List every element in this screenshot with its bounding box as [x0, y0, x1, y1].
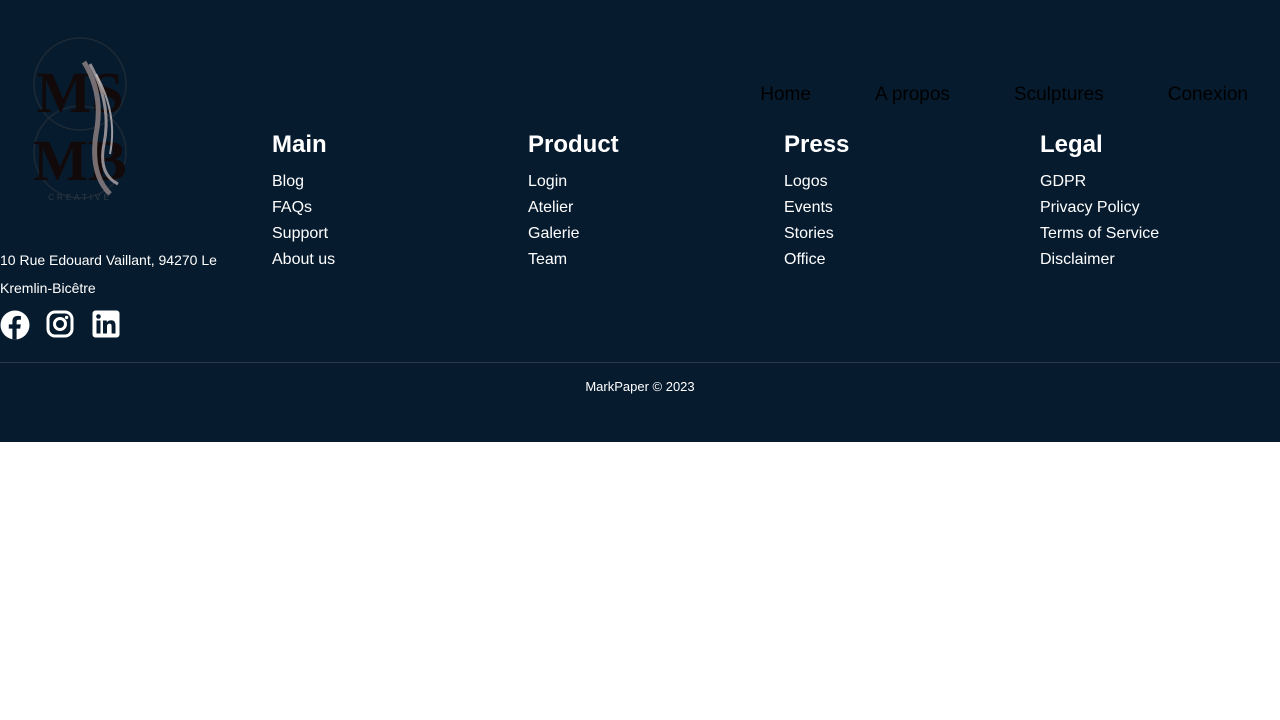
link-atelier[interactable]: Atelier [528, 195, 619, 221]
link-stories[interactable]: Stories [784, 221, 849, 247]
copyright-text: MarkPaper © 2023 [585, 379, 695, 394]
link-team[interactable]: Team [528, 247, 619, 273]
nav-conexion[interactable]: Conexion [1168, 84, 1248, 106]
column-title: Press [784, 131, 850, 158]
link-gdpr[interactable]: GDPR [1040, 169, 1159, 195]
nav-sculptures[interactable]: Sculptures [1014, 84, 1104, 106]
link-login[interactable]: Login [528, 169, 619, 195]
brand-logo[interactable]: MS MB CREATIVE [26, 34, 134, 206]
nav-a-propos[interactable]: A propos [875, 84, 950, 106]
instagram-icon[interactable] [46, 310, 74, 338]
link-logos[interactable]: Logos [784, 169, 849, 195]
footer-column-main: Main Blog FAQs Support About us [272, 131, 335, 273]
facebook-icon[interactable] [0, 310, 30, 340]
link-support[interactable]: Support [272, 221, 335, 247]
link-privacy-policy[interactable]: Privacy Policy [1040, 195, 1159, 221]
footer-divider [0, 362, 1280, 363]
footer-column-product: Product Login Atelier Galerie Team [528, 131, 619, 273]
link-blog[interactable]: Blog [272, 169, 335, 195]
link-about-us[interactable]: About us [272, 247, 335, 273]
link-faqs[interactable]: FAQs [272, 195, 335, 221]
column-title: Product [528, 131, 619, 158]
social-links [0, 310, 120, 340]
footer-column-legal: Legal GDPR Privacy Policy Terms of Servi… [1040, 131, 1159, 273]
link-galerie[interactable]: Galerie [528, 221, 619, 247]
address-text: 10 Rue Edouard Vaillant, 94270 Le Kremli… [0, 252, 217, 296]
link-events[interactable]: Events [784, 195, 849, 221]
linkedin-icon[interactable] [92, 310, 120, 338]
link-disclaimer[interactable]: Disclaimer [1040, 247, 1159, 273]
top-navigation: Home A propos Sculptures Conexion [760, 84, 1248, 106]
link-terms-of-service[interactable]: Terms of Service [1040, 221, 1159, 247]
footer-column-press: Press Logos Events Stories Office [784, 131, 849, 273]
site-footer: MS MB CREATIVE Home A propos Sculptures … [0, 0, 1280, 442]
column-title: Legal [1040, 131, 1103, 158]
nav-home[interactable]: Home [760, 84, 811, 106]
logo-tagline: CREATIVE [48, 193, 111, 202]
column-title: Main [272, 131, 327, 158]
link-office[interactable]: Office [784, 247, 849, 273]
